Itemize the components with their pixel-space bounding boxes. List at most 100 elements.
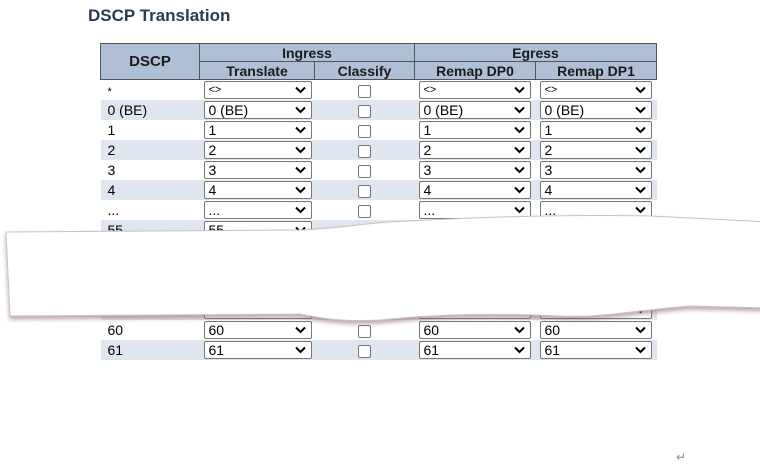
translate-select-value: 4 xyxy=(208,182,217,199)
translate-select[interactable]: 61 xyxy=(203,341,312,360)
remap-dp1-select[interactable]: 2 xyxy=(539,141,652,160)
remap-dp0-select-value: 59 xyxy=(423,302,440,319)
translate-select[interactable]: 1 xyxy=(203,121,312,140)
classify-header: Classify xyxy=(314,61,415,80)
translate-select[interactable]: 0 (BE) xyxy=(203,101,312,120)
dscp-value: 60 xyxy=(107,322,124,338)
remap-dp0-select-value: 61 xyxy=(423,342,440,359)
chevron-down-icon xyxy=(634,286,646,294)
egress-header: Egress xyxy=(414,43,657,62)
remap-dp0-select[interactable]: 61 xyxy=(418,341,531,360)
chevron-down-icon xyxy=(513,306,525,314)
remap-dp1-select[interactable]: 55 xyxy=(539,221,652,240)
chevron-down-icon xyxy=(294,86,306,94)
remap-dp0-select[interactable]: ... xyxy=(418,201,531,220)
translate-select[interactable]: 4 xyxy=(203,181,312,200)
translate-select[interactable]: 55 xyxy=(203,221,312,240)
remap-dp1-select[interactable]: 3 xyxy=(539,161,652,180)
remap-dp0-select-value: 3 xyxy=(423,162,432,179)
remap-dp1-select[interactable]: 56 (CS7) xyxy=(539,241,652,260)
dscp-value: 4 xyxy=(107,182,116,198)
classify-checkbox[interactable] xyxy=(358,104,371,118)
dscp-value: 2 xyxy=(107,142,116,158)
remap-dp1-header: Remap DP1 xyxy=(535,61,657,80)
classify-checkbox[interactable] xyxy=(358,344,371,358)
table-row: 2 2 2 2 xyxy=(100,140,657,160)
remap-dp0-select[interactable]: <> xyxy=(418,81,531,100)
remap-dp1-select-value: ... xyxy=(544,202,557,219)
classify-checkbox[interactable] xyxy=(358,264,371,278)
remap-dp1-select-value: 58 xyxy=(544,282,561,299)
chevron-down-icon xyxy=(294,346,306,354)
remap-dp0-select[interactable]: 3 xyxy=(418,161,531,180)
remap-dp1-select[interactable]: <> xyxy=(539,81,652,100)
remap-dp0-select[interactable]: 60 xyxy=(418,321,531,340)
remap-dp0-select[interactable]: 55 xyxy=(418,221,531,240)
remap-dp0-select[interactable]: 59 xyxy=(418,301,531,320)
chevron-down-icon xyxy=(513,206,525,214)
chevron-down-icon xyxy=(294,206,306,214)
remap-dp0-select[interactable]: 0 (BE) xyxy=(418,101,531,120)
classify-checkbox[interactable] xyxy=(358,284,371,298)
dscp-value: 59 xyxy=(107,302,124,318)
remap-dp1-select[interactable]: ... xyxy=(539,201,652,220)
translate-select-value: 59 xyxy=(208,302,225,319)
chevron-down-icon xyxy=(634,166,646,174)
classify-checkbox[interactable] xyxy=(358,244,371,258)
translate-select[interactable]: ... xyxy=(203,201,312,220)
remap-dp1-select-value: 3 xyxy=(544,162,553,179)
remap-dp0-select-value: <> xyxy=(423,84,437,97)
translate-select[interactable]: 59 xyxy=(203,301,312,320)
table-row: 0 (BE) 0 (BE) 0 (BE) 0 (BE) xyxy=(100,100,657,120)
dscp-header: DSCP xyxy=(100,43,200,80)
remap-dp0-select[interactable]: 57 xyxy=(418,261,531,280)
remap-dp0-select[interactable]: 56 (CS7) xyxy=(418,241,531,260)
chevron-down-icon xyxy=(294,226,306,234)
translate-select[interactable]: 60 xyxy=(203,321,312,340)
remap-dp0-select[interactable]: 1 xyxy=(418,121,531,140)
remap-dp1-select[interactable]: 61 xyxy=(539,341,652,360)
remap-dp1-select[interactable]: 58 xyxy=(539,281,652,300)
table-row: 1 1 1 1 xyxy=(100,120,657,140)
chevron-down-icon xyxy=(634,326,646,334)
remap-dp1-select[interactable]: 4 xyxy=(539,181,652,200)
translate-select[interactable]: 56 (CS7) xyxy=(203,241,312,260)
classify-checkbox[interactable] xyxy=(358,144,371,158)
translate-select-value: <> xyxy=(208,84,222,97)
table-row: 57 57 57 57 xyxy=(100,260,657,280)
classify-checkbox[interactable] xyxy=(358,324,371,338)
remap-dp1-select[interactable]: 57 xyxy=(539,261,652,280)
remap-dp0-select-value: 4 xyxy=(423,182,432,199)
translate-select[interactable]: <> xyxy=(203,81,312,100)
remap-dp0-select[interactable]: 4 xyxy=(418,181,531,200)
return-arrow-icon: ↵ xyxy=(676,450,687,464)
translate-select-value: 0 (BE) xyxy=(208,102,249,119)
translate-select[interactable]: 58 xyxy=(203,281,312,300)
remap-dp1-select[interactable]: 59 xyxy=(539,301,652,320)
classify-checkbox[interactable] xyxy=(358,84,371,98)
dscp-value: 55 xyxy=(107,222,124,238)
classify-checkbox[interactable] xyxy=(358,164,371,178)
remap-dp1-select[interactable]: 0 (BE) xyxy=(539,101,652,120)
chevron-down-icon xyxy=(513,106,525,114)
remap-dp0-select-value: 2 xyxy=(423,142,432,159)
classify-checkbox[interactable] xyxy=(358,184,371,198)
dscp-value: 1 xyxy=(107,122,116,138)
chevron-down-icon xyxy=(634,346,646,354)
remap-dp0-select[interactable]: 58 xyxy=(418,281,531,300)
classify-checkbox[interactable] xyxy=(358,224,371,238)
remap-dp1-select-value: 4 xyxy=(544,182,553,199)
classify-checkbox[interactable] xyxy=(358,304,371,318)
remap-dp0-select-value: 55 xyxy=(423,222,440,239)
translate-select[interactable]: 57 xyxy=(203,261,312,280)
classify-checkbox[interactable] xyxy=(358,204,371,218)
remap-dp1-select[interactable]: 60 xyxy=(539,321,652,340)
translate-select[interactable]: 2 xyxy=(203,141,312,160)
classify-checkbox[interactable] xyxy=(358,124,371,138)
remap-dp1-select[interactable]: 1 xyxy=(539,121,652,140)
remap-dp0-select[interactable]: 2 xyxy=(418,141,531,160)
chevron-down-icon xyxy=(294,186,306,194)
translate-select-value: 3 xyxy=(208,162,217,179)
dscp-value: 3 xyxy=(107,162,116,178)
translate-select[interactable]: 3 xyxy=(203,161,312,180)
